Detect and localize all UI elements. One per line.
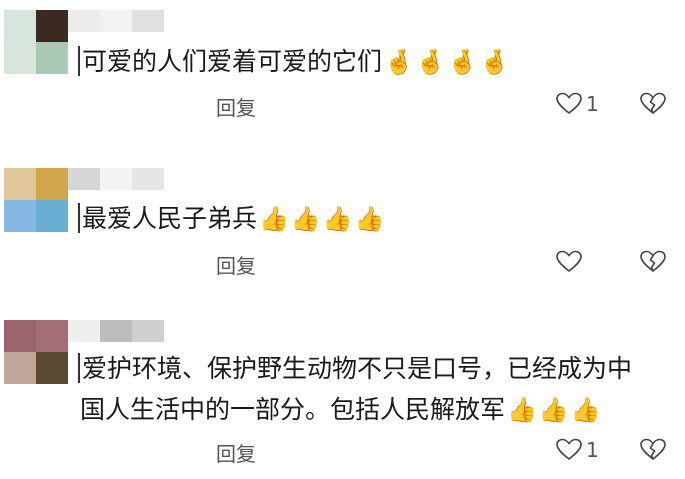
name-tile	[132, 168, 164, 190]
emoji-thumbs-up: 👍👍👍	[507, 396, 603, 424]
like-button[interactable]	[556, 250, 586, 274]
avatar-tile	[4, 320, 36, 352]
like-count: 1	[586, 92, 599, 116]
avatar[interactable]	[4, 10, 68, 74]
heart-icon	[556, 250, 582, 274]
avatar[interactable]	[4, 320, 68, 384]
avatar[interactable]	[4, 168, 68, 232]
avatar-tile	[36, 200, 68, 232]
reply-button[interactable]: 回复	[216, 438, 256, 467]
comment-text-line: 可爱的人们爱着可爱的它们	[82, 47, 383, 76]
avatar-tile	[36, 42, 68, 74]
comment-text: 爱护环境、保护野生动物不只是口号，已经成为中	[78, 349, 632, 389]
avatar-tile	[4, 10, 36, 42]
like-button[interactable]: 1	[556, 92, 599, 116]
name-tile	[100, 320, 132, 342]
comment-text-line: 爱护环境、保护野生动物不只是口号，已经成为中	[82, 354, 633, 383]
text-divider	[78, 203, 80, 233]
username-blurred[interactable]	[68, 320, 164, 342]
name-tile	[100, 10, 132, 32]
heart-icon	[556, 438, 582, 462]
avatar-tile	[36, 10, 68, 42]
reply-button[interactable]: 回复	[216, 92, 256, 121]
broken-heart-icon	[640, 438, 666, 462]
username-blurred[interactable]	[68, 10, 164, 32]
broken-heart-icon	[640, 92, 666, 116]
name-tile	[68, 168, 100, 190]
comment-text-line: 国人生活中的一部分。包括人民解放军	[80, 395, 506, 424]
avatar-tile	[36, 168, 68, 200]
like-count: 1	[586, 438, 599, 462]
text-divider	[78, 353, 80, 383]
dislike-button[interactable]	[640, 92, 666, 116]
avatar-tile	[4, 352, 36, 384]
name-tile	[68, 320, 100, 342]
emoji-fingers-crossed: 🤞🤞🤞🤞	[384, 48, 512, 76]
like-button[interactable]: 1	[556, 438, 599, 462]
avatar-tile	[36, 352, 68, 384]
name-tile	[100, 168, 132, 190]
comment-text: 可爱的人们爱着可爱的它们🤞🤞🤞🤞	[78, 42, 512, 82]
comment-text: 最爱人民子弟兵👍👍👍👍	[78, 199, 387, 239]
comment-text-line: 最爱人民子弟兵	[82, 204, 258, 233]
dislike-button[interactable]	[640, 250, 666, 274]
heart-icon	[556, 92, 582, 116]
avatar-tile	[4, 200, 36, 232]
avatar-tile	[4, 168, 36, 200]
reply-button[interactable]: 回复	[216, 250, 256, 279]
comment-text-continued: 国人生活中的一部分。包括人民解放军👍👍👍	[80, 390, 603, 430]
name-tile	[132, 10, 164, 32]
text-divider	[78, 46, 80, 76]
name-tile	[132, 320, 164, 342]
broken-heart-icon	[640, 250, 666, 274]
username-blurred[interactable]	[68, 168, 164, 190]
emoji-thumbs-up: 👍👍👍👍	[259, 205, 387, 233]
name-tile	[68, 10, 100, 32]
dislike-button[interactable]	[640, 438, 666, 462]
avatar-tile	[4, 42, 36, 74]
avatar-tile	[36, 320, 68, 352]
